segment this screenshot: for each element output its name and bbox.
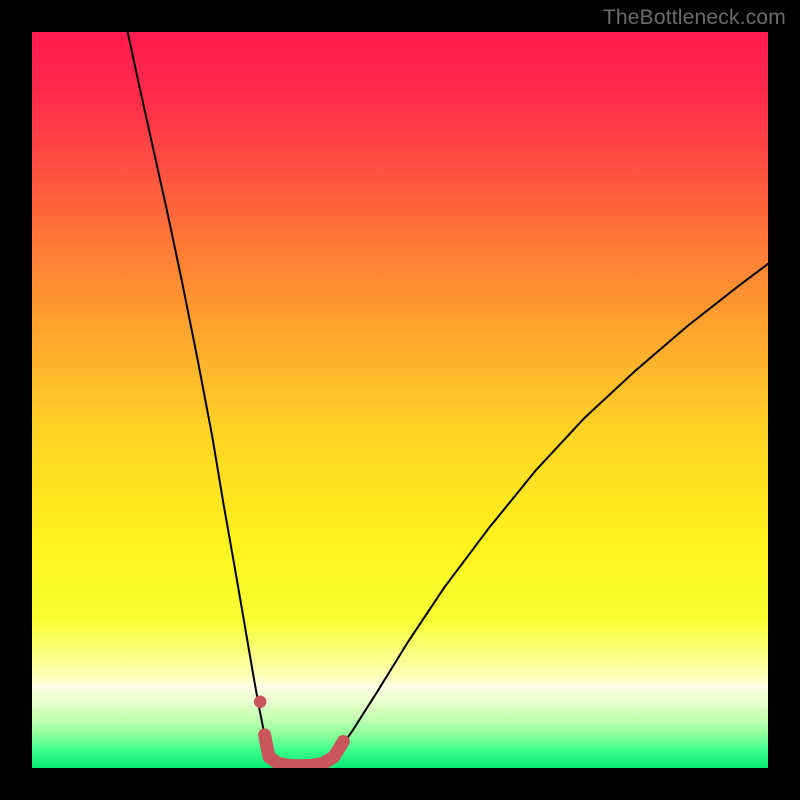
chart-frame: TheBottleneck.com — [0, 0, 800, 800]
curve-layer — [32, 32, 768, 768]
bottleneck-curve — [128, 32, 768, 766]
highlight-dot-icon — [254, 696, 267, 709]
plot-area — [32, 32, 768, 768]
highlight-curve — [265, 735, 344, 766]
watermark-text: TheBottleneck.com — [603, 6, 786, 30]
